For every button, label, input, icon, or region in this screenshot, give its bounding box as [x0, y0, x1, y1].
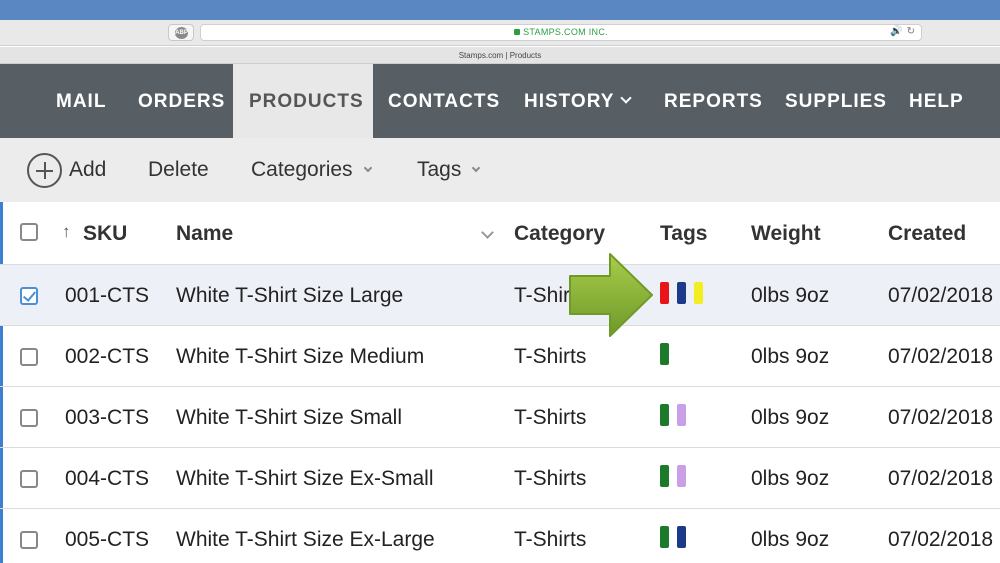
- cell-sku: 004-CTS: [65, 467, 150, 490]
- nav-help[interactable]: HELP: [909, 64, 964, 138]
- tag-swatch: [694, 282, 703, 304]
- nav-orders[interactable]: ORDERS: [138, 64, 225, 138]
- url-icons: 🔊 ↻: [890, 26, 915, 37]
- tags-dropdown[interactable]: Tags: [417, 138, 481, 202]
- cell-created: 07/02/2018: [888, 284, 994, 307]
- nav-mail[interactable]: MAIL: [56, 64, 106, 138]
- nav-history-label: HISTORY: [524, 91, 615, 112]
- column-header-created[interactable]: Created: [888, 202, 966, 266]
- adblock-button[interactable]: ABP: [168, 24, 194, 41]
- speaker-icon[interactable]: 🔊: [890, 26, 902, 37]
- cell-category: T-Shirts: [514, 406, 587, 429]
- tags-label: Tags: [417, 158, 462, 181]
- cell-name: White T-Shirt Size Small: [176, 406, 403, 429]
- column-header-name[interactable]: Name: [176, 202, 233, 266]
- url-text: STAMPS.COM INC.: [523, 27, 608, 37]
- cell-sku: 002-CTS: [65, 345, 150, 368]
- row-checkbox[interactable]: [20, 531, 38, 549]
- cell-name: White T-Shirt Size Medium: [176, 345, 425, 368]
- table-row[interactable]: 005-CTS White T-Shirt Size Ex-Large T-Sh…: [0, 509, 1000, 563]
- cell-weight: 0lbs 9oz: [751, 284, 830, 307]
- chevron-down-icon: [472, 163, 481, 173]
- cell-weight: 0lbs 9oz: [751, 345, 830, 368]
- cell-category: T-Shirts: [514, 528, 587, 551]
- url-field[interactable]: STAMPS.COM INC. 🔊 ↻: [200, 24, 922, 41]
- cell-weight: 0lbs 9oz: [751, 528, 830, 551]
- row-checkbox[interactable]: [20, 287, 38, 305]
- categories-dropdown[interactable]: Categories: [251, 138, 372, 202]
- cell-weight: 0lbs 9oz: [751, 467, 830, 490]
- cell-weight: 0lbs 9oz: [751, 406, 830, 429]
- url-text-wrap: STAMPS.COM INC.: [201, 27, 921, 37]
- browser-address-bar: ABP STAMPS.COM INC. 🔊 ↻: [0, 20, 1000, 46]
- tag-swatch: [677, 282, 686, 304]
- cell-sku: 005-CTS: [65, 528, 150, 551]
- table-row[interactable]: 001-CTS White T-Shirt Size Large T-Shirt…: [0, 265, 1000, 326]
- tag-swatch: [677, 465, 686, 487]
- reload-icon[interactable]: ↻: [907, 26, 915, 37]
- chevron-down-icon: [363, 163, 372, 173]
- adblock-icon: ABP: [175, 27, 188, 39]
- add-button-label[interactable]: Add: [69, 138, 106, 202]
- row-checkbox[interactable]: [20, 470, 38, 488]
- nav-contacts[interactable]: CONTACTS: [388, 64, 500, 138]
- tag-swatch: [660, 282, 669, 304]
- nav-supplies[interactable]: SUPPLIES: [785, 64, 887, 138]
- table-row[interactable]: 002-CTS White T-Shirt Size Medium T-Shir…: [0, 326, 1000, 387]
- cell-name: White T-Shirt Size Large: [176, 284, 404, 307]
- table-row[interactable]: 004-CTS White T-Shirt Size Ex-Small T-Sh…: [0, 448, 1000, 509]
- products-toolbar: Add Delete Categories Tags: [0, 138, 1000, 202]
- cell-created: 07/02/2018: [888, 528, 994, 551]
- main-nav: MAIL ORDERS PRODUCTS CONTACTS HISTORY RE…: [0, 64, 1000, 138]
- cell-name: White T-Shirt Size Ex-Small: [176, 467, 434, 490]
- lock-icon: [514, 29, 521, 35]
- column-header-sku[interactable]: SKU: [83, 202, 127, 266]
- nav-reports[interactable]: REPORTS: [664, 64, 763, 138]
- delete-button[interactable]: Delete: [148, 138, 209, 202]
- column-header-tags[interactable]: Tags: [660, 202, 707, 266]
- tag-swatch: [660, 343, 669, 365]
- add-icon[interactable]: [27, 153, 62, 188]
- tag-swatch: [660, 526, 669, 548]
- cell-name: White T-Shirt Size Ex-Large: [176, 528, 435, 551]
- callout-arrow-icon: [569, 253, 653, 337]
- tag-swatch: [660, 465, 669, 487]
- nav-history[interactable]: HISTORY: [524, 64, 633, 138]
- cell-sku: 001-CTS: [65, 284, 150, 307]
- row-checkbox[interactable]: [20, 409, 38, 427]
- cell-created: 07/02/2018: [888, 345, 994, 368]
- nav-products[interactable]: PRODUCTS: [233, 64, 373, 138]
- cell-sku: 003-CTS: [65, 406, 150, 429]
- chevron-down-icon[interactable]: [481, 226, 494, 239]
- tag-swatch: [677, 526, 686, 548]
- cell-created: 07/02/2018: [888, 406, 994, 429]
- tag-swatch: [660, 404, 669, 426]
- tag-swatch: [677, 404, 686, 426]
- window-top-strip: [0, 0, 1000, 20]
- table-row[interactable]: 003-CTS White T-Shirt Size Small T-Shirt…: [0, 387, 1000, 448]
- chevron-down-icon: [620, 92, 633, 104]
- tab-title: Stamps.com | Products: [0, 47, 1000, 64]
- column-header-weight[interactable]: Weight: [751, 202, 821, 266]
- sort-ascending-icon[interactable]: ↑: [62, 222, 71, 242]
- categories-label: Categories: [251, 158, 353, 181]
- row-checkbox[interactable]: [20, 348, 38, 366]
- cell-created: 07/02/2018: [888, 467, 994, 490]
- select-all-checkbox[interactable]: [20, 223, 38, 241]
- cell-category: T-Shirts: [514, 467, 587, 490]
